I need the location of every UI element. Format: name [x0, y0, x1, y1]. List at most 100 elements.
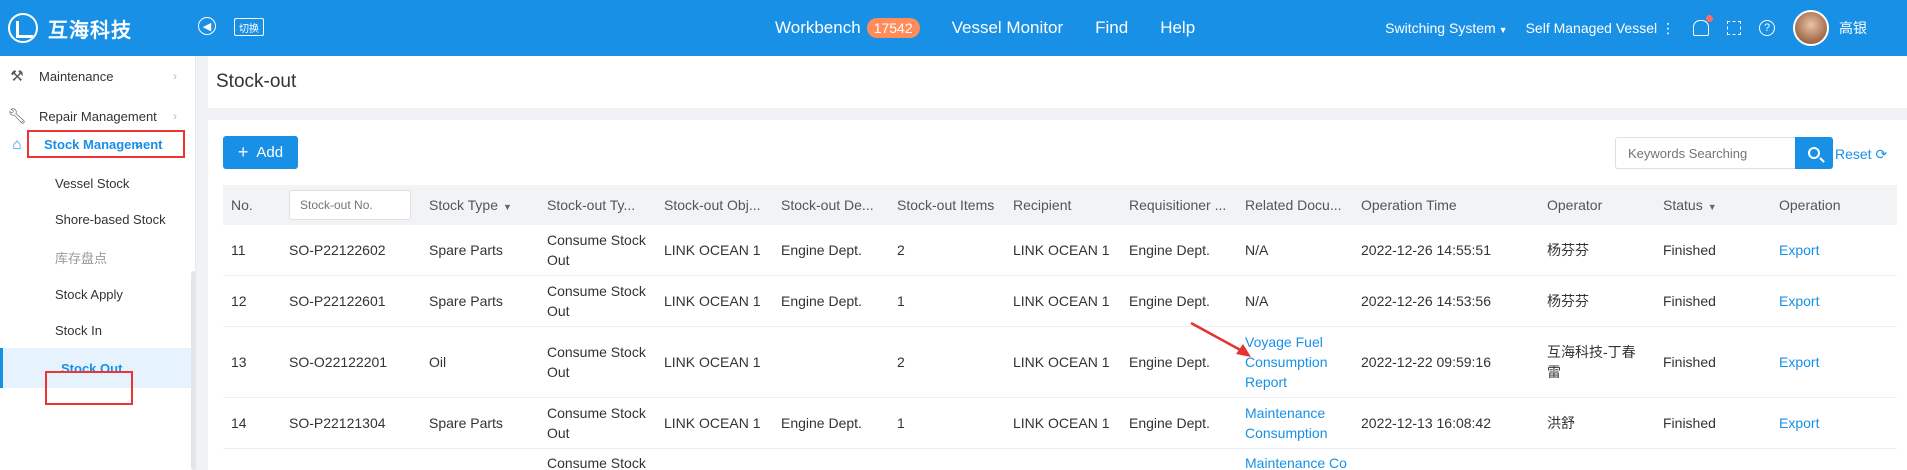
cell-operator: 杨芬芬 [1539, 225, 1655, 276]
sidebar-subitem-vessel-stock[interactable]: Vessel Stock [0, 163, 191, 203]
cell-recipient [1005, 448, 1121, 470]
col-stock-out-no [281, 185, 421, 225]
cell-stock-out-object: LINK OCEAN 1 [656, 397, 773, 449]
switching-system-label: Switching System [1385, 20, 1496, 36]
search-input[interactable] [1615, 137, 1795, 169]
table-row: Consume Stock Maintenance Co [223, 448, 1897, 470]
export-link[interactable] [1771, 448, 1897, 470]
wrench-icon: 🔧︎ [7, 108, 27, 125]
cell-requisitioner: Engine Dept. [1121, 397, 1237, 449]
cell-recipient: LINK OCEAN 1 [1005, 326, 1121, 398]
nav-help[interactable]: Help [1160, 18, 1195, 38]
related-document-link[interactable]: Maintenance Co [1237, 448, 1353, 470]
reset-label: Reset [1835, 146, 1872, 162]
col-requisitioner: Requisitioner ... [1121, 185, 1237, 225]
cell-stock-out-items: 2 [889, 225, 1005, 276]
nav-workbench[interactable]: Workbench 17542 [775, 18, 920, 38]
vessel-type-dropdown[interactable]: Self Managed Vessel ⋮ [1526, 20, 1675, 37]
table-row: 11 SO-P22122602 Spare Parts Consume Stoc… [223, 225, 1897, 276]
cell-no: 11 [223, 225, 281, 276]
cell-stock-out-object: LINK OCEAN 1 [656, 275, 773, 327]
cell-no: 12 [223, 275, 281, 327]
cell-stock-out-object: LINK OCEAN 1 [656, 326, 773, 398]
switch-icon[interactable]: 切换 [234, 18, 264, 36]
add-button-label: Add [256, 144, 284, 161]
annotation-arrow-icon [1190, 321, 1251, 357]
col-stock-type[interactable]: Stock Type ▼ [421, 185, 539, 225]
chevron-right-icon: › [173, 109, 177, 123]
cell-stock-out-no [281, 448, 421, 470]
stock-out-table: No. Stock Type ▼ Stock-out Ty... Stock-ou… [223, 185, 1897, 470]
col-status-label: Status [1663, 197, 1703, 213]
cell-status: Finished [1655, 326, 1771, 398]
workbench-badge: 17542 [866, 18, 920, 38]
top-bar: 互海科技 ◀ 切换 Workbench 17542 Vessel Monitor… [0, 0, 1907, 56]
plus-icon: + [237, 142, 249, 162]
logo[interactable]: 互海科技 [8, 10, 132, 46]
cell-stock-out-object [656, 448, 773, 470]
logo-text: 互海科技 [48, 19, 132, 42]
cell-stock-out-type: Consume Stock [539, 448, 656, 470]
nav-vessel-monitor[interactable]: Vessel Monitor [952, 18, 1064, 38]
sidebar-item-maintenance[interactable]: ⚒ Maintenance › [0, 56, 191, 96]
export-link[interactable]: Export [1771, 225, 1897, 276]
col-status[interactable]: Status ▼ [1655, 185, 1771, 225]
col-operation-time: Operation Time [1353, 185, 1539, 225]
avatar[interactable] [1793, 10, 1829, 46]
sidebar-subitem-shore-stock[interactable]: Shore-based Stock [0, 199, 191, 239]
help-icon[interactable]: ? [1759, 20, 1775, 36]
cell-operation-time: 2022-12-13 16:08:42 [1353, 397, 1539, 449]
cell-operation-time: 2022-12-26 14:55:51 [1353, 225, 1539, 276]
reset-button[interactable]: Reset ⟳ [1835, 146, 1887, 163]
cell-status: Finished [1655, 275, 1771, 327]
bell-icon[interactable] [1693, 15, 1713, 36]
col-related-documents: Related Docu... [1237, 185, 1353, 225]
cell-status: Finished [1655, 225, 1771, 276]
export-link[interactable]: Export [1771, 275, 1897, 327]
logo-icon [8, 13, 38, 43]
sidebar-item-label: Maintenance [39, 68, 114, 84]
cell-operator: 杨芬芬 [1539, 275, 1655, 327]
page-title: Stock-out [208, 56, 1907, 108]
cell-status: Finished [1655, 397, 1771, 449]
col-stock-out-dept: Stock-out De... [773, 185, 889, 225]
sidebar-subitem-stock-in[interactable]: Stock In [0, 310, 191, 350]
username[interactable]: 高银 [1839, 18, 1867, 38]
cell-operator [1539, 448, 1655, 470]
switching-system-dropdown[interactable]: Switching System ▼ [1385, 20, 1507, 36]
search-icon [1808, 147, 1820, 159]
related-document-link[interactable]: Maintenance Consumption [1237, 397, 1353, 449]
cell-stock-out-items: 1 [889, 397, 1005, 449]
refresh-icon: ⟳ [1875, 146, 1888, 162]
annotation-box-stock-out [45, 371, 133, 405]
fullscreen-icon[interactable] [1727, 21, 1741, 35]
cell-stock-out-dept [773, 326, 889, 398]
top-nav: Workbench 17542 Vessel Monitor Find Help [775, 0, 1227, 56]
back-icon[interactable]: ◀ [198, 17, 216, 35]
sidebar-scrollbar[interactable] [191, 271, 196, 470]
sidebar-subitem-inventory[interactable]: 库存盘点 [0, 237, 191, 277]
cell-stock-out-no: SO-O22122201 [281, 326, 421, 398]
export-link[interactable]: Export [1771, 326, 1897, 398]
col-recipient: Recipient [1005, 185, 1121, 225]
add-button[interactable]: + Add [223, 136, 298, 169]
search-button[interactable] [1795, 137, 1833, 169]
cell-operation-time [1353, 448, 1539, 470]
cell-stock-type: Spare Parts [421, 397, 539, 449]
cell-stock-type: Oil [421, 326, 539, 398]
nav-workbench-label: Workbench [775, 18, 861, 37]
cell-requisitioner: Engine Dept. [1121, 225, 1237, 276]
cell-no: 14 [223, 397, 281, 449]
nav-find[interactable]: Find [1095, 18, 1128, 38]
cell-recipient: LINK OCEAN 1 [1005, 275, 1121, 327]
cell-stock-out-type: Consume Stock Out [539, 397, 656, 449]
export-link[interactable]: Export [1771, 397, 1897, 449]
stock-out-no-filter[interactable] [289, 190, 411, 220]
cell-stock-out-type: Consume Stock Out [539, 225, 656, 276]
col-no: No. [223, 185, 281, 225]
cell-status [1655, 448, 1771, 470]
cell-stock-out-items [889, 448, 1005, 470]
sidebar-subitem-stock-apply[interactable]: Stock Apply [0, 274, 191, 314]
cell-recipient: LINK OCEAN 1 [1005, 225, 1121, 276]
cell-stock-out-no: SO-P22122601 [281, 275, 421, 327]
